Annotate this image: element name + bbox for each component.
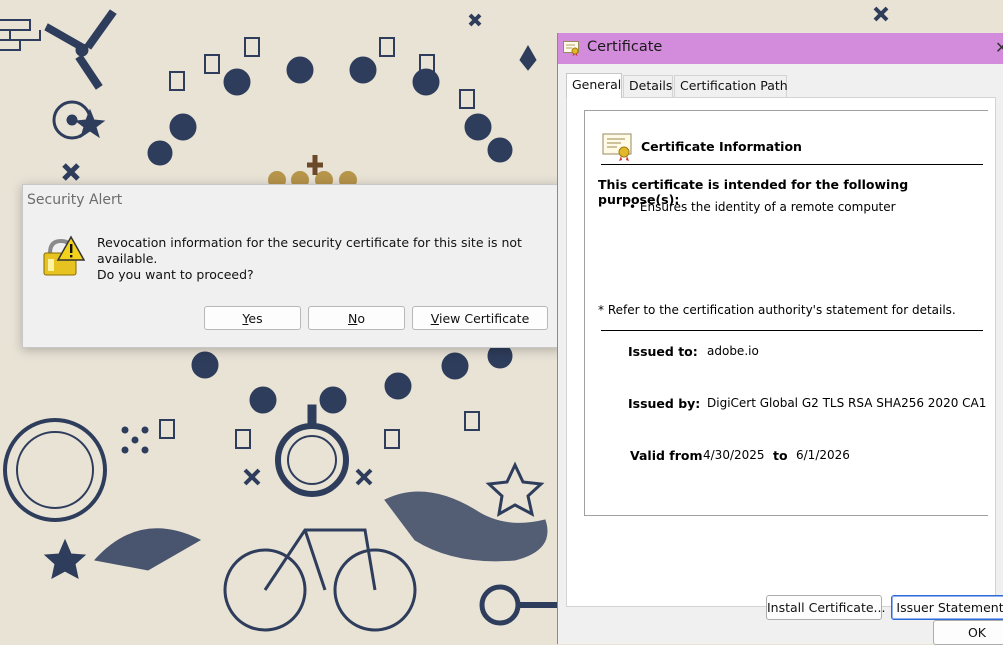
tab-details[interactable]: Details (623, 75, 673, 97)
valid-to-value: 6/1/2026 (796, 448, 850, 462)
view-certificate-mnemonic: V (430, 311, 439, 326)
general-tab-panel: Certificate Information This certificate… (566, 97, 1003, 620)
tab-general[interactable]: General (566, 73, 622, 98)
issued-by-value: DigiCert Global G2 TLS RSA SHA256 2020 C… (707, 396, 987, 410)
ca-statement-footnote: * Refer to the certification authority's… (598, 303, 956, 317)
certificate-title: Certificate (587, 39, 663, 55)
valid-from-label: Valid from (630, 448, 703, 463)
install-certificate-button[interactable]: Install Certificate... (766, 595, 885, 620)
no-button-label: o (357, 311, 365, 326)
certificate-info-heading: Certificate Information (641, 139, 802, 154)
issued-to-label: Issued to: (628, 344, 698, 359)
heading-divider (601, 164, 983, 165)
security-alert-message-line2: Do you want to proceed? (97, 267, 254, 282)
ok-button[interactable]: OK (933, 620, 1003, 645)
no-button[interactable]: No (308, 306, 405, 330)
valid-to-label: to (773, 448, 788, 463)
certificate-titlebar[interactable]: Certificate ✕ (558, 33, 1003, 64)
certificate-window: Certificate ✕ General Details Certificat… (557, 33, 1003, 645)
purpose-item: • Ensures the identity of a remote compu… (629, 200, 896, 214)
close-icon[interactable]: ✕ (995, 38, 1003, 57)
certificate-info-box: Certificate Information This certificate… (584, 110, 988, 516)
valid-from-value: 4/30/2025 (703, 448, 765, 462)
yes-button-label: es (248, 311, 263, 326)
security-alert-message: Revocation information for the security … (97, 235, 557, 283)
yes-button[interactable]: Yes (204, 306, 301, 330)
issued-by-label: Issued by: (628, 396, 701, 411)
security-alert-title: Security Alert (27, 192, 123, 208)
details-divider (601, 330, 983, 331)
security-alert-message-line1: Revocation information for the security … (97, 235, 522, 266)
view-certificate-button[interactable]: View Certificate (412, 306, 548, 330)
warning-lock-icon (43, 235, 85, 276)
issued-to-value: adobe.io (707, 344, 759, 358)
no-button-mnemonic: N (347, 311, 358, 326)
certificate-info-icon (602, 133, 632, 161)
view-certificate-label: iew Certificate (438, 311, 530, 326)
security-alert-dialog: Security Alert Revocation information fo… (22, 184, 563, 348)
issuer-statement-button[interactable]: Issuer Statement (891, 595, 1003, 620)
certificate-icon (563, 41, 579, 56)
tab-certification-path[interactable]: Certification Path (674, 75, 788, 97)
